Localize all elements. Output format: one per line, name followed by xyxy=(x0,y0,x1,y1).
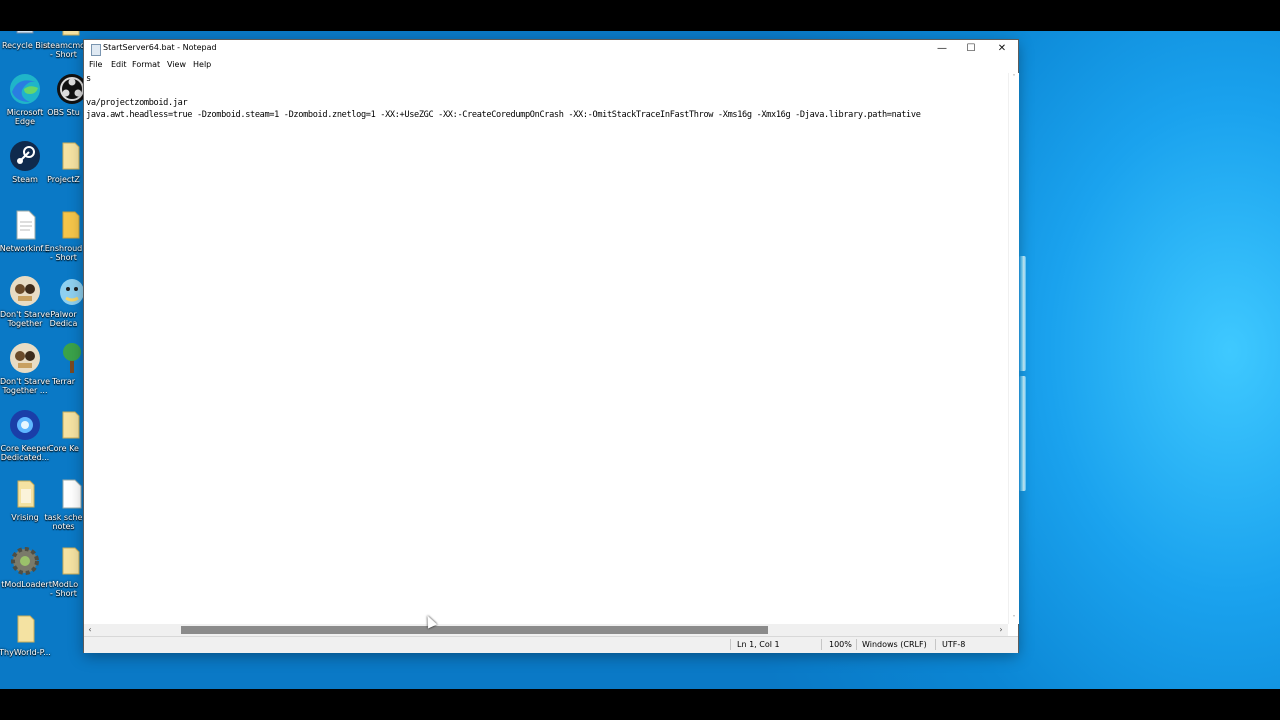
menu-help[interactable]: Help xyxy=(193,60,211,69)
vertical-scrollbar[interactable]: ˄ ˅ xyxy=(1008,73,1019,624)
title-bar[interactable]: StartServer64.bat - Notepad — ☐ ✕ xyxy=(84,40,1018,58)
folder-icon xyxy=(55,408,84,442)
folder-icon xyxy=(55,544,84,578)
horizontal-scrollbar[interactable]: ‹ › xyxy=(84,624,1008,636)
scroll-down-arrow[interactable]: ˅ xyxy=(1009,614,1019,624)
maximize-button[interactable]: ☐ xyxy=(956,40,986,58)
scroll-right-arrow[interactable]: › xyxy=(995,624,1007,636)
text-line: java.awt.headless=true -Dzomboid.steam=1… xyxy=(86,110,921,120)
text-editor[interactable]: s va/projectzomboid.jar java.awt.headles… xyxy=(84,73,1008,624)
desktop-icon-palworld-dedicated[interactable]: Palwor Dedica xyxy=(43,274,84,338)
encoding: UTF-8 xyxy=(942,640,966,649)
status-separator xyxy=(856,639,857,650)
status-separator xyxy=(730,639,731,650)
file-icon xyxy=(8,208,42,242)
line-ending: Windows (CRLF) xyxy=(862,640,927,649)
status-bar: Ln 1, Col 1 100% Windows (CRLF) UTF-8 xyxy=(84,636,1018,653)
palworld-icon xyxy=(55,274,84,308)
close-button[interactable]: ✕ xyxy=(987,40,1017,58)
folder-icon xyxy=(55,208,84,242)
desktop-icon-terraria[interactable]: Terrar xyxy=(43,341,84,405)
scroll-left-arrow[interactable]: ‹ xyxy=(84,624,96,636)
desktop-light-beam xyxy=(1019,376,1026,491)
notepad-window: StartServer64.bat - Notepad — ☐ ✕ File E… xyxy=(84,40,1019,653)
core-keeper-icon xyxy=(8,408,42,442)
menu-format[interactable]: Format xyxy=(132,60,160,69)
desktop-icon-task-scheduler-notes[interactable]: task sche notes xyxy=(43,477,84,541)
desktop-icon-thyworld[interactable]: ThyWorld-P... xyxy=(0,612,55,676)
letterbox-bottom xyxy=(0,689,1280,720)
steam-icon xyxy=(8,139,42,173)
desktop-icon-enshrouded-shortcut[interactable]: Enshroud - Short xyxy=(43,208,84,272)
text-line: va/projectzomboid.jar xyxy=(86,98,188,108)
status-separator xyxy=(935,639,936,650)
folder-icon xyxy=(8,612,42,646)
menu-file[interactable]: File xyxy=(89,60,102,69)
zoom-level: 100% xyxy=(829,640,852,649)
minimize-button[interactable]: — xyxy=(927,40,957,58)
desktop-icon-tmodloader-shortcut[interactable]: tModLo - Short xyxy=(43,544,84,608)
file-icon xyxy=(55,477,84,511)
dont-starve-icon xyxy=(8,341,42,375)
desktop-light-beam xyxy=(1019,256,1026,371)
dont-starve-icon xyxy=(8,274,42,308)
shortcut-icon xyxy=(55,31,84,39)
window-title: StartServer64.bat - Notepad xyxy=(103,43,217,52)
desktop-icon-obs-studio[interactable]: OBS Stu xyxy=(43,72,84,136)
folder-icon xyxy=(55,139,84,173)
menu-bar: File Edit Format View Help xyxy=(84,58,1018,73)
menu-view[interactable]: View xyxy=(167,60,186,69)
terraria-icon xyxy=(55,341,84,375)
folder-icon xyxy=(8,477,42,511)
status-separator xyxy=(821,639,822,650)
edge-icon xyxy=(8,72,42,106)
obs-icon xyxy=(55,72,84,106)
desktop-icon-steamcmd-shortcut[interactable]: steamcmd - Short xyxy=(43,31,84,69)
menu-edit[interactable]: Edit xyxy=(111,60,127,69)
recycle-bin-icon xyxy=(8,31,42,39)
scroll-up-arrow[interactable]: ˄ xyxy=(1009,73,1019,83)
tmodloader-icon xyxy=(8,544,42,578)
horizontal-scroll-thumb[interactable] xyxy=(181,626,768,634)
cursor-position: Ln 1, Col 1 xyxy=(737,640,780,649)
text-line: s xyxy=(86,74,91,84)
desktop-icon-core-keeper[interactable]: Core Ke xyxy=(43,408,84,472)
notepad-app-icon xyxy=(91,44,101,56)
desktop-icon-projectz[interactable]: ProjectZ xyxy=(43,139,84,203)
